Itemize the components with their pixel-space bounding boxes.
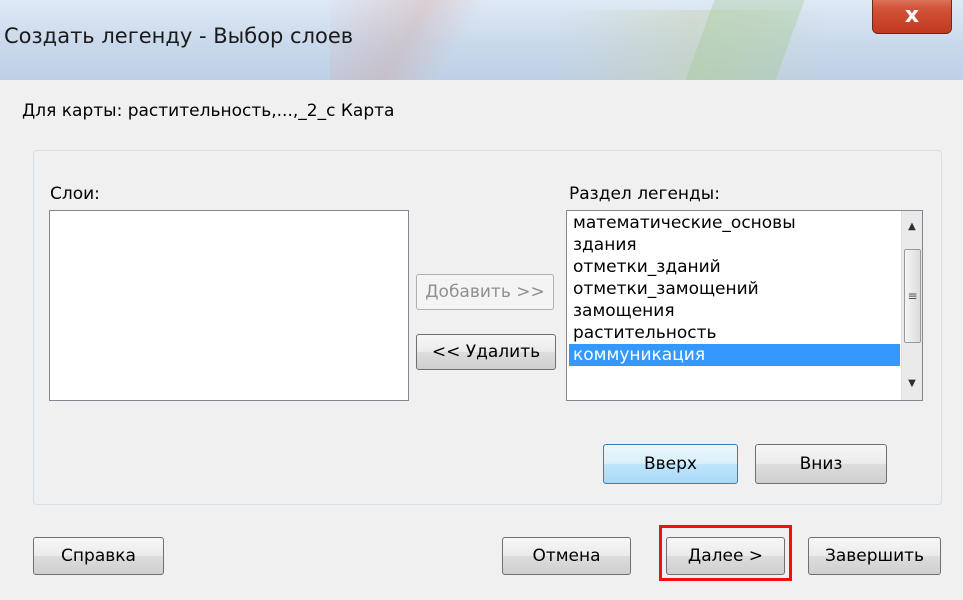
- highlight-box: [659, 525, 792, 581]
- move-up-button[interactable]: Вверх: [603, 444, 738, 484]
- close-button[interactable]: x: [872, 0, 952, 34]
- layers-listbox[interactable]: [49, 210, 409, 401]
- add-button[interactable]: Добавить >>: [416, 274, 554, 310]
- legend-list-item[interactable]: математические_основы: [569, 212, 900, 234]
- title-bar: Создать легенду - Выбор слоев x: [0, 0, 963, 80]
- help-button[interactable]: Справка: [33, 537, 164, 575]
- legend-list-item[interactable]: отметки_замощений: [569, 278, 900, 300]
- cancel-button[interactable]: Отмена: [502, 537, 631, 575]
- move-down-button[interactable]: Вниз: [755, 444, 887, 484]
- legend-list-item[interactable]: замощения: [569, 300, 900, 322]
- window-title: Создать легенду - Выбор слоев: [4, 24, 354, 48]
- legend-list-item[interactable]: отметки_зданий: [569, 256, 900, 278]
- map-info-label: Для карты: растительность,...,_2_с Карта: [22, 101, 395, 121]
- scroll-down-arrow-icon[interactable]: ▼: [902, 374, 922, 394]
- scroll-up-arrow-icon[interactable]: ▲: [902, 217, 922, 237]
- title-background-decoration: [330, 0, 510, 80]
- scroll-thumb[interactable]: ≡: [904, 249, 921, 343]
- finish-button[interactable]: Завершить: [808, 537, 941, 575]
- legend-items-list: математические_основы здания отметки_здани…: [569, 212, 900, 366]
- vertical-scrollbar[interactable]: ▲ ≡ ▼: [901, 211, 922, 400]
- legend-list-item[interactable]: здания: [569, 234, 900, 256]
- legend-section-label: Раздел легенды:: [569, 184, 720, 204]
- remove-button[interactable]: << Удалить: [416, 334, 556, 370]
- legend-list-item[interactable]: коммуникация: [569, 344, 900, 366]
- layers-label: Слои:: [50, 184, 100, 204]
- legend-section-listbox[interactable]: математические_основы здания отметки_здани…: [566, 210, 923, 401]
- legend-list-item[interactable]: растительность: [569, 322, 900, 344]
- close-icon: x: [904, 3, 920, 28]
